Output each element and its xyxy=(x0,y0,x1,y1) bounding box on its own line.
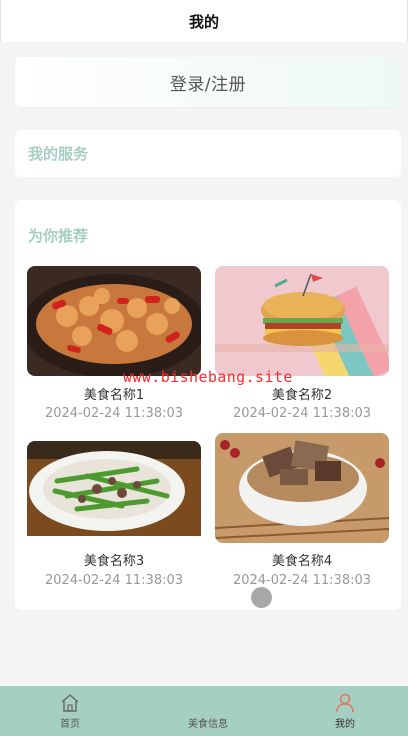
food-image-green-beans[interactable] xyxy=(27,441,201,551)
recommend-section: 为你推荐 美食名称1 2024-02-24 11:38:03 美食名称2 202… xyxy=(15,200,401,610)
tab-food-info-label: 美食信息 xyxy=(188,719,228,730)
food-date: 2024-02-24 11:38:03 xyxy=(44,406,184,421)
top-bar: 我的 xyxy=(0,0,408,42)
my-services-section[interactable]: 我的服务 xyxy=(15,130,401,177)
food-card-4[interactable]: 美食名称4 2024-02-24 11:38:03 xyxy=(215,433,389,588)
login-register-button[interactable]: 登录/注册 xyxy=(15,57,401,107)
my-services-title: 我的服务 xyxy=(28,145,89,163)
page-title: 我的 xyxy=(188,12,219,31)
user-icon xyxy=(335,693,355,717)
food-name: 美食名称4 xyxy=(271,554,333,569)
food-date: 2024-02-24 11:38:03 xyxy=(232,573,372,588)
food-date: 2024-02-24 11:38:03 xyxy=(44,573,184,588)
tab-mine-label: 我的 xyxy=(335,719,355,730)
food-image-burger[interactable] xyxy=(215,266,389,376)
login-register-label: 登录/注册 xyxy=(169,74,247,95)
food-name: 美食名称1 xyxy=(83,388,145,403)
bottom-tab-bar: 首页 美食信息 我的 xyxy=(0,686,408,736)
food-image-braised-meat[interactable] xyxy=(215,433,389,543)
food-card-3[interactable]: 美食名称3 2024-02-24 11:38:03 xyxy=(27,441,201,588)
food-card-1[interactable]: 美食名称1 2024-02-24 11:38:03 xyxy=(27,266,201,421)
tab-food-info[interactable]: 美食信息 xyxy=(163,686,253,736)
food-name: 美食名称3 xyxy=(83,554,145,569)
food-card-2[interactable]: 美食名称2 2024-02-24 11:38:03 xyxy=(215,266,389,421)
home-icon xyxy=(60,693,80,717)
food-name: 美食名称2 xyxy=(271,388,333,403)
floating-assistive-button[interactable] xyxy=(251,587,272,608)
food-date: 2024-02-24 11:38:03 xyxy=(232,406,372,421)
food-image-spicy-chicken[interactable] xyxy=(27,266,201,376)
tab-mine[interactable]: 我的 xyxy=(300,686,390,736)
tab-home-label: 首页 xyxy=(60,719,80,730)
recommend-title: 为你推荐 xyxy=(28,227,89,245)
watermark-text: www.bishebang.site xyxy=(123,368,293,386)
tab-home[interactable]: 首页 xyxy=(25,686,115,736)
